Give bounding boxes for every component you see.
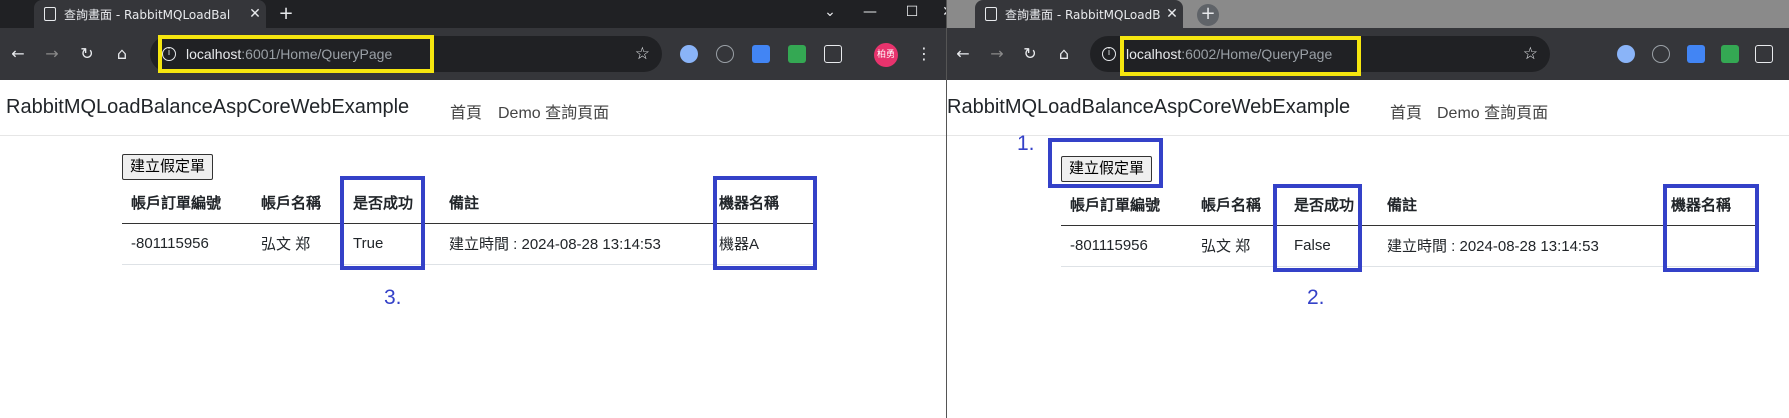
tab-strip: 查詢畫面 - RabbitMQLoadBal ✕ + bbox=[947, 0, 1789, 28]
annotation-number: 3. bbox=[384, 286, 402, 309]
translate-extension-icon[interactable] bbox=[1687, 45, 1705, 63]
browser-window-left: 查詢畫面 - RabbitMQLoadBal ✕ + ⌄ — ☐ ✕ ← → ↻… bbox=[0, 0, 946, 418]
puzzle-icon[interactable] bbox=[824, 45, 842, 63]
brand-link[interactable]: RabbitMQLoadBalanceAspCoreWebExample bbox=[947, 96, 1350, 119]
close-window-icon[interactable]: ✕ bbox=[936, 4, 946, 20]
tab-title: 查詢畫面 - RabbitMQLoadBal bbox=[1005, 7, 1161, 22]
column-header: 帳戶訂單編號 bbox=[1061, 184, 1192, 226]
browser-tab[interactable]: 查詢畫面 - RabbitMQLoadBal ✕ bbox=[34, 0, 266, 28]
table-header-row: 帳戶訂單編號 帳戶名稱 是否成功 備註 機器名稱 bbox=[122, 182, 816, 224]
star-icon[interactable]: ☆ bbox=[635, 44, 650, 64]
column-header: 帳戶名稱 bbox=[252, 182, 344, 224]
account-name-cell: 弘文 郑 bbox=[252, 223, 344, 265]
column-header: 帳戶名稱 bbox=[1192, 184, 1285, 226]
table-row: -801115956 弘文 郑 True 建立時間 : 2024-08-28 1… bbox=[122, 223, 816, 265]
forward-arrow-icon[interactable]: → bbox=[42, 44, 62, 64]
page-icon bbox=[985, 7, 997, 21]
column-header: 備註 bbox=[440, 182, 710, 224]
column-header: 備註 bbox=[1378, 184, 1662, 226]
table-row: -801115956 弘文 郑 False 建立時間 : 2024-08-28 … bbox=[1061, 225, 1757, 267]
tab-title: 查詢畫面 - RabbitMQLoadBal bbox=[64, 7, 231, 22]
machine-highlight-box bbox=[1663, 184, 1759, 272]
extension-icon[interactable] bbox=[1617, 45, 1635, 63]
browser-window-right: 查詢畫面 - RabbitMQLoadBal ✕ + ← → ↻ ⌂ i loc… bbox=[947, 0, 1789, 418]
home-icon[interactable]: ⌂ bbox=[1054, 44, 1074, 64]
page-icon bbox=[44, 7, 56, 21]
sync-extension-icon[interactable] bbox=[1652, 45, 1670, 63]
nav-home-link[interactable]: 首頁 bbox=[1390, 99, 1422, 123]
annotation-number: 2. bbox=[1307, 286, 1325, 309]
browser-tab[interactable]: 查詢畫面 - RabbitMQLoadBal ✕ bbox=[975, 0, 1183, 28]
translate-extension-icon[interactable] bbox=[752, 45, 770, 63]
table-header-row: 帳戶訂單編號 帳戶名稱 是否成功 備註 機器名稱 bbox=[1061, 184, 1757, 226]
avatar[interactable]: 柏勇 bbox=[874, 43, 898, 67]
forward-arrow-icon[interactable]: → bbox=[987, 44, 1007, 64]
order-id-cell: -801115956 bbox=[122, 223, 252, 265]
reload-icon[interactable]: ↻ bbox=[1020, 44, 1040, 64]
back-arrow-icon[interactable]: ← bbox=[953, 44, 973, 64]
reload-icon[interactable]: ↻ bbox=[77, 44, 97, 64]
chevron-down-icon[interactable]: ⌄ bbox=[818, 4, 842, 20]
menu-icon[interactable]: ⋮ bbox=[914, 44, 934, 64]
remark-cell: 建立時間 : 2024-08-28 13:14:53 bbox=[440, 223, 710, 265]
tab-strip: 查詢畫面 - RabbitMQLoadBal ✕ + ⌄ — ☐ ✕ bbox=[0, 0, 946, 28]
orders-table: 帳戶訂單編號 帳戶名稱 是否成功 備註 機器名稱 -801115956 弘文 郑… bbox=[1061, 184, 1757, 267]
site-info-icon[interactable]: i bbox=[1102, 47, 1116, 61]
column-header: 帳戶訂單編號 bbox=[122, 182, 252, 224]
nav-home-link[interactable]: 首頁 bbox=[450, 99, 482, 123]
close-icon[interactable]: ✕ bbox=[244, 6, 266, 22]
plus-icon[interactable]: + bbox=[1197, 4, 1219, 26]
create-button-highlight-box bbox=[1048, 138, 1163, 188]
minimize-icon[interactable]: — bbox=[858, 4, 882, 20]
browser-toolbar: ← → ↻ ⌂ i localhost:6001/Home/QueryPage … bbox=[0, 28, 946, 80]
success-highlight-box bbox=[340, 176, 425, 270]
nav-demo-link[interactable]: Demo 查詢頁面 bbox=[498, 99, 609, 123]
create-order-button[interactable]: 建立假定單 bbox=[122, 154, 214, 180]
maximize-icon[interactable]: ☐ bbox=[900, 4, 924, 20]
nav-demo-link[interactable]: Demo 查詢頁面 bbox=[1437, 99, 1548, 123]
puzzle-icon[interactable] bbox=[1755, 45, 1773, 63]
home-icon[interactable]: ⌂ bbox=[112, 44, 132, 64]
order-id-cell: -801115956 bbox=[1061, 225, 1192, 267]
success-highlight-box bbox=[1273, 184, 1362, 272]
brand-link[interactable]: RabbitMQLoadBalanceAspCoreWebExample bbox=[6, 96, 409, 119]
site-navbar: RabbitMQLoadBalanceAspCoreWebExample 首頁 … bbox=[0, 80, 946, 136]
account-name-cell: 弘文 郑 bbox=[1192, 225, 1285, 267]
back-arrow-icon[interactable]: ← bbox=[8, 44, 28, 64]
close-icon[interactable]: ✕ bbox=[1161, 6, 1183, 22]
green-extension-icon[interactable] bbox=[788, 45, 806, 63]
extension-icon[interactable] bbox=[680, 45, 698, 63]
remark-cell: 建立時間 : 2024-08-28 13:14:53 bbox=[1378, 225, 1662, 267]
plus-icon[interactable]: + bbox=[275, 4, 297, 26]
annotation-number: 1. bbox=[1017, 132, 1035, 155]
url-highlight-box bbox=[1120, 36, 1361, 76]
url-highlight-box bbox=[158, 35, 434, 73]
orders-table: 帳戶訂單編號 帳戶名稱 是否成功 備註 機器名稱 -801115956 弘文 郑… bbox=[122, 182, 816, 265]
star-icon[interactable]: ☆ bbox=[1523, 44, 1538, 64]
sync-extension-icon[interactable] bbox=[716, 45, 734, 63]
browser-toolbar: ← → ↻ ⌂ i localhost:6002/Home/QueryPage … bbox=[947, 28, 1789, 80]
site-navbar: RabbitMQLoadBalanceAspCoreWebExample 首頁 … bbox=[947, 80, 1789, 136]
green-extension-icon[interactable] bbox=[1721, 45, 1739, 63]
machine-highlight-box bbox=[713, 176, 817, 270]
